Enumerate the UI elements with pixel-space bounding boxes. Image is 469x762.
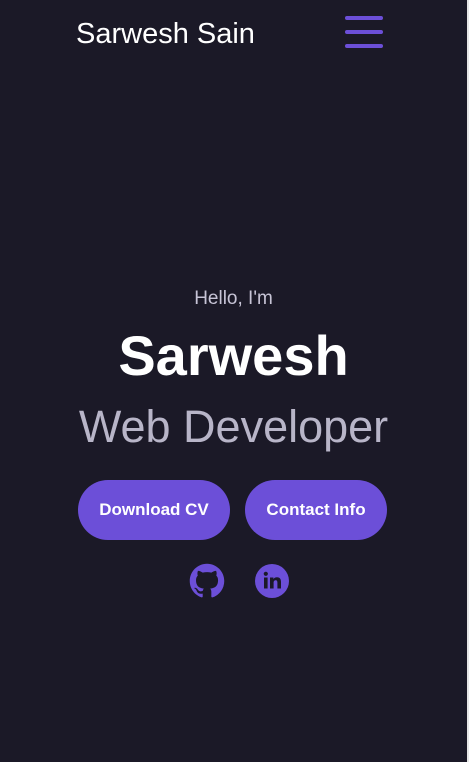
linkedin-link[interactable] [254,563,290,599]
site-header: Sarwesh Sain [0,0,467,70]
github-link[interactable] [189,563,225,599]
menu-button[interactable] [343,14,385,50]
download-cv-button[interactable]: Download CV [78,480,230,540]
hero-name: Sarwesh [118,324,349,387]
contact-info-button[interactable]: Contact Info [245,480,387,540]
hamburger-menu-icon [343,14,385,50]
github-icon [189,563,225,599]
brand-name[interactable]: Sarwesh Sain [76,16,255,52]
hero-greeting: Hello, I'm [194,288,273,309]
linkedin-icon [254,563,290,599]
hero-role: Web Developer [78,401,389,452]
